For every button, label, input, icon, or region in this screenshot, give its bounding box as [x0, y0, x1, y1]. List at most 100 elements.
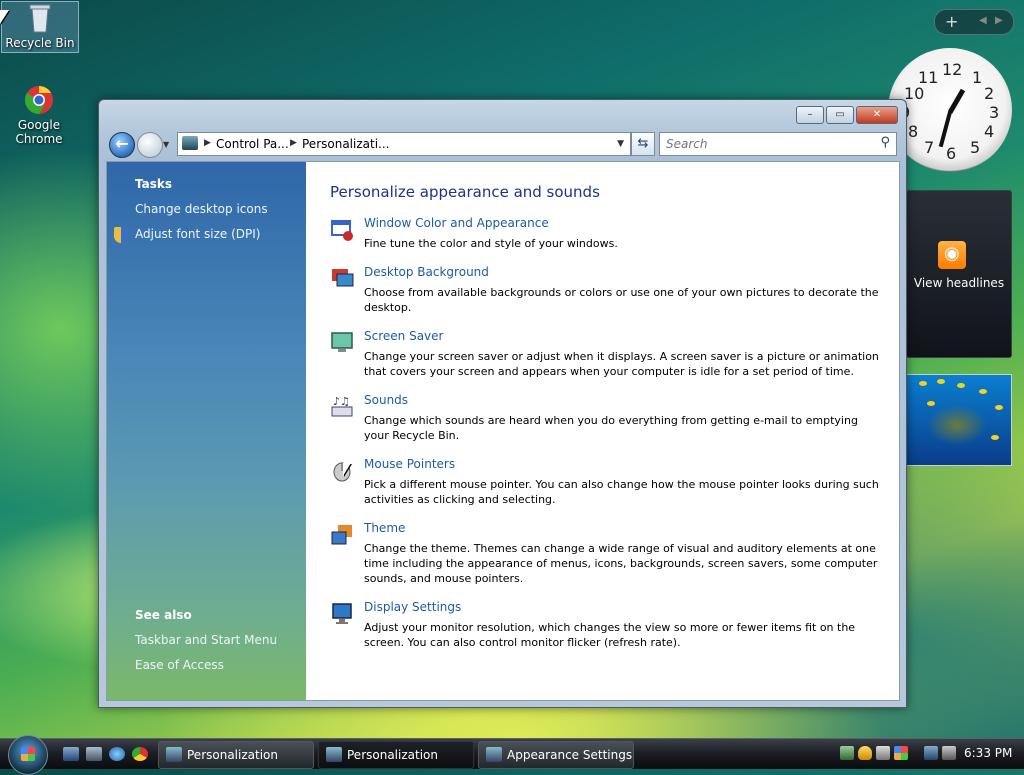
fish — [919, 381, 927, 386]
sounds-icon: ♪♫ — [330, 395, 354, 419]
rss-feed-icon: ◉ — [938, 241, 966, 269]
clock-number: 12 — [942, 60, 963, 79]
clock-number: 2 — [984, 84, 995, 103]
theme-link[interactable]: Theme — [364, 521, 405, 535]
item-description: Fine tune the color and style of your wi… — [364, 237, 618, 250]
search-box[interactable]: ⚲ — [659, 132, 897, 156]
display-settings-link[interactable]: Display Settings — [364, 600, 461, 614]
show-desktop-icon[interactable] — [63, 747, 79, 761]
screen-saver-icon — [330, 331, 354, 355]
chrome-icon — [23, 84, 55, 116]
recent-pages-dropdown-icon[interactable]: ▼ — [163, 140, 169, 149]
taskbar-item-personalization[interactable]: Personalization — [158, 741, 314, 769]
internet-explorer-icon[interactable] — [109, 747, 125, 761]
mouse-cursor-icon — [0, 10, 9, 24]
address-dropdown-icon[interactable]: ▼ — [617, 139, 624, 149]
tray-volume-muted-icon[interactable] — [942, 746, 956, 760]
item-description: Change the theme. Themes can change a wi… — [364, 542, 878, 585]
tray-connection-icon[interactable] — [924, 746, 938, 760]
taskbar-item-label: Personalization — [347, 748, 438, 762]
taskbar-start-menu-link[interactable]: Taskbar and Start Menu — [135, 633, 277, 647]
personalization-icon — [166, 747, 182, 762]
appearance-settings-icon — [486, 747, 502, 762]
taskbar-item-label: Personalization — [187, 748, 278, 762]
fish — [995, 405, 1003, 410]
clock-number: 6 — [946, 144, 957, 163]
view-headlines-label[interactable]: View headlines — [907, 276, 1011, 290]
clock-number: 11 — [918, 68, 939, 87]
feed-headlines-gadget[interactable]: ◉ View headlines — [906, 190, 1012, 358]
tasks-heading: Tasks — [135, 177, 173, 191]
item-description: Pick a different mouse pointer. You can … — [364, 478, 879, 506]
adjust-font-size-link[interactable]: Adjust font size (DPI) — [135, 227, 260, 241]
window-content: Tasks Change desktop icons Adjust font s… — [106, 161, 900, 701]
back-button[interactable]: ← — [109, 132, 135, 158]
breadcrumb-control-panel[interactable]: Control Pa... — [216, 137, 289, 151]
fish — [937, 379, 945, 384]
next-gadget-icon[interactable]: ▶ — [995, 15, 1003, 26]
sidebar-gadget-controls[interactable]: + ◀ ▶ — [934, 9, 1014, 35]
desktop-background-link[interactable]: Desktop Background — [364, 265, 489, 279]
window-color-icon — [330, 218, 354, 242]
desktop-icon-label: Recycle Bin — [5, 36, 75, 50]
page-title: Personalize appearance and sounds — [330, 183, 600, 201]
chrome-label-line2: Chrome — [15, 132, 63, 146]
window-controls: – ▭ ✕ — [794, 106, 898, 124]
tray-network-icon[interactable] — [840, 746, 854, 760]
item-description: Change which sounds are heard when you d… — [364, 414, 858, 442]
search-input[interactable] — [664, 136, 868, 152]
clock-number: 1 — [972, 68, 983, 87]
breadcrumb-personalization[interactable]: Personalizati... — [302, 137, 389, 151]
tray-windows-icon[interactable] — [894, 746, 908, 760]
window-color-link[interactable]: Window Color and Appearance — [364, 216, 549, 230]
maximize-button[interactable]: ▭ — [826, 106, 854, 124]
taskbar-item-label: Appearance Settings — [507, 748, 633, 762]
sounds-link[interactable]: Sounds — [364, 393, 408, 407]
search-icon[interactable]: ⚲ — [880, 135, 890, 150]
add-gadget-icon[interactable]: + — [945, 12, 958, 31]
desktop-icon-google-chrome[interactable]: Google Chrome — [1, 84, 77, 146]
previous-gadget-icon[interactable]: ◀ — [979, 15, 987, 26]
taskbar-clock[interactable]: 6:33 PM — [964, 746, 1012, 760]
clock-number: 5 — [970, 138, 981, 157]
task-pane: Tasks Change desktop icons Adjust font s… — [107, 162, 306, 700]
control-panel-icon — [182, 136, 198, 150]
personalization-window: – ▭ ✕ ← ▼ ▶ Control Pa... ▶ Personalizat… — [98, 99, 907, 708]
tray-security-shield-icon[interactable] — [858, 746, 872, 760]
clock-number: 3 — [989, 103, 1000, 122]
desktop-icon-recycle-bin[interactable]: Recycle Bin — [1, 1, 79, 53]
uac-shield-icon — [114, 227, 128, 243]
clock-number: 4 — [984, 122, 995, 141]
desktop-icon-label: Google Chrome — [1, 118, 77, 146]
svg-text:♪♫: ♪♫ — [333, 395, 350, 408]
refresh-button[interactable]: ⇆ — [631, 132, 655, 156]
minimize-button[interactable]: – — [796, 106, 824, 124]
display-settings-icon — [330, 602, 354, 626]
close-button[interactable]: ✕ — [856, 106, 898, 124]
fish — [991, 435, 999, 440]
switch-windows-icon[interactable] — [86, 747, 102, 761]
personalization-icon — [326, 747, 342, 762]
windows-logo-icon — [21, 747, 35, 761]
slideshow-gadget[interactable] — [906, 374, 1012, 466]
mouse-cursor-icon — [343, 463, 351, 476]
breadcrumb-separator-icon[interactable]: ▶ — [290, 138, 297, 148]
breadcrumb-separator-icon[interactable]: ▶ — [204, 138, 211, 148]
item-description: Adjust your monitor resolution, which ch… — [364, 621, 856, 649]
chrome-icon[interactable] — [132, 747, 148, 761]
forward-button[interactable] — [137, 132, 163, 158]
fish — [927, 401, 935, 406]
screen-saver-link[interactable]: Screen Saver — [364, 329, 443, 343]
tray-device-icon[interactable] — [876, 746, 890, 760]
taskbar-item-personalization-active[interactable]: Personalization — [318, 741, 474, 769]
address-bar[interactable]: ▶ Control Pa... ▶ Personalizati... ▼ — [177, 132, 631, 156]
clock-minute-hand — [938, 111, 952, 148]
taskbar-item-appearance-settings[interactable]: Appearance Settings — [478, 741, 634, 769]
clock-hour-hand — [947, 88, 966, 114]
mouse-pointers-link[interactable]: Mouse Pointers — [364, 457, 455, 471]
start-button[interactable] — [8, 735, 48, 775]
see-also-heading: See also — [135, 608, 192, 622]
ease-of-access-link[interactable]: Ease of Access — [135, 658, 224, 672]
change-desktop-icons-link[interactable]: Change desktop icons — [135, 202, 268, 216]
fish — [957, 383, 965, 388]
